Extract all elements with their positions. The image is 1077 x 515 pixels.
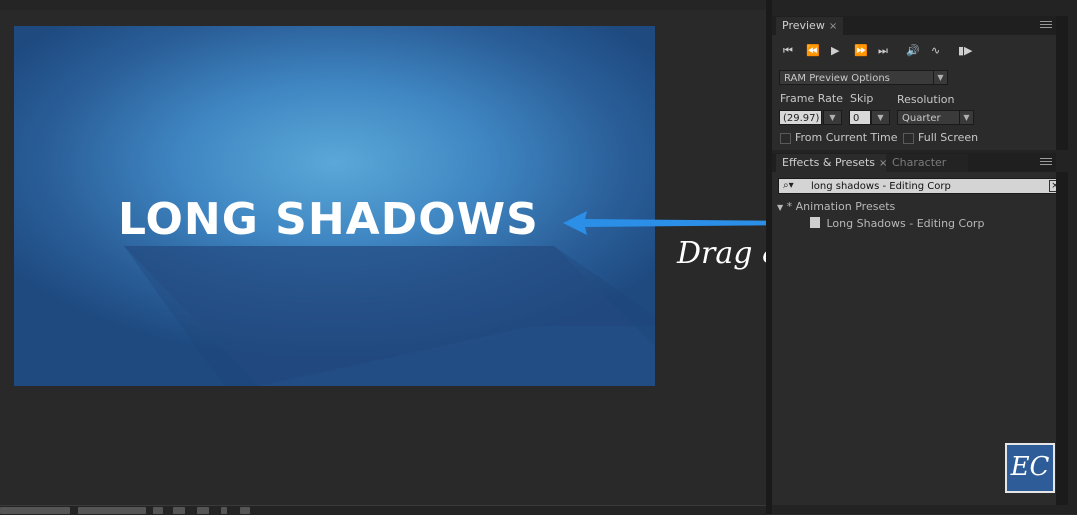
tab-preview-label: Preview [782, 19, 825, 32]
preview-tabbar: Preview × [772, 16, 1056, 35]
preview-scrollbar[interactable] [1056, 16, 1068, 150]
skip-label: Skip [850, 92, 874, 105]
channel-icon[interactable] [221, 507, 227, 514]
previous-frame-icon[interactable]: ⏪ [806, 44, 820, 57]
chevron-down-icon: ▼ [877, 113, 884, 122]
resolution-dropdown[interactable]: Quarter ▼ [897, 110, 974, 125]
tab-character[interactable]: Character [886, 154, 968, 172]
mask-toggle-icon[interactable] [173, 507, 185, 514]
audio-icon[interactable]: 🔊 [906, 44, 920, 57]
composition-top-edge [0, 0, 766, 10]
preset-item-label: Long Shadows - Editing Corp [826, 217, 985, 230]
view-dropdown[interactable] [78, 507, 146, 514]
magnification-dropdown[interactable] [0, 507, 70, 514]
skip-dropdown[interactable]: ▼ [871, 110, 890, 125]
frame-rate-dropdown[interactable]: ▼ [823, 110, 842, 125]
close-icon[interactable]: × [829, 21, 837, 32]
long-shadows-title: LONG SHADOWS [118, 194, 539, 245]
effects-tabbar: Effects & Presets × Character [772, 153, 1056, 172]
animation-presets-folder[interactable]: ▼ * Animation Presets [777, 200, 895, 213]
ec-logo: EC [1005, 443, 1055, 493]
skip-field[interactable]: 0 [849, 110, 871, 125]
play-icon[interactable]: ▶ [831, 44, 839, 57]
preset-file-icon [810, 217, 820, 228]
exposure-icon[interactable] [240, 507, 250, 514]
panel-menu-icon[interactable] [1040, 158, 1052, 166]
tab-effects-presets-label: Effects & Presets [782, 156, 875, 169]
effects-search-input[interactable] [811, 179, 1051, 193]
from-current-time-checkbox[interactable] [780, 133, 791, 144]
from-current-time-label: From Current Time [795, 131, 898, 144]
next-frame-icon[interactable]: ⏩ [854, 44, 868, 57]
chevron-down-icon: ▼ [829, 113, 836, 122]
tab-effects-presets[interactable]: Effects & Presets × [776, 154, 894, 172]
preset-item-long-shadows[interactable]: Long Shadows - Editing Corp [810, 217, 984, 230]
composition-panel: LONG SHADOWS [0, 0, 766, 515]
loop-icon[interactable]: ∿ [931, 44, 940, 57]
panel-menu-icon[interactable] [1040, 21, 1052, 29]
ram-preview-icon[interactable]: ▮▶ [958, 44, 973, 57]
full-screen-checkbox[interactable] [903, 133, 914, 144]
grid-toggle-icon[interactable] [153, 507, 163, 514]
last-frame-icon[interactable]: ⏭ [878, 44, 888, 58]
resolution-value: Quarter [902, 113, 941, 124]
chevron-down-icon: ▼ [959, 111, 973, 124]
tab-character-label: Character [892, 156, 947, 169]
ram-preview-options-dropdown[interactable]: RAM Preview Options ▼ [779, 70, 948, 85]
full-screen-label: Full Screen [918, 131, 979, 144]
chevron-down-icon: ▼ [933, 71, 947, 84]
effects-scrollbar[interactable] [1056, 172, 1068, 505]
first-frame-icon[interactable]: ⏮ [783, 44, 793, 58]
snapshot-icon[interactable] [197, 507, 209, 514]
frame-rate-label: Frame Rate [780, 92, 843, 105]
resolution-label: Resolution [897, 93, 955, 106]
tab-preview[interactable]: Preview × [776, 17, 844, 35]
search-icon: ⌕▾ [783, 180, 794, 191]
animation-presets-label: * Animation Presets [786, 200, 896, 213]
ram-preview-options-label: RAM Preview Options [784, 73, 890, 84]
effects-search-field[interactable]: ⌕▾ × [778, 178, 1065, 194]
frame-rate-field[interactable]: (29.97) [779, 110, 822, 125]
disclosure-triangle-icon[interactable]: ▼ [777, 203, 783, 212]
